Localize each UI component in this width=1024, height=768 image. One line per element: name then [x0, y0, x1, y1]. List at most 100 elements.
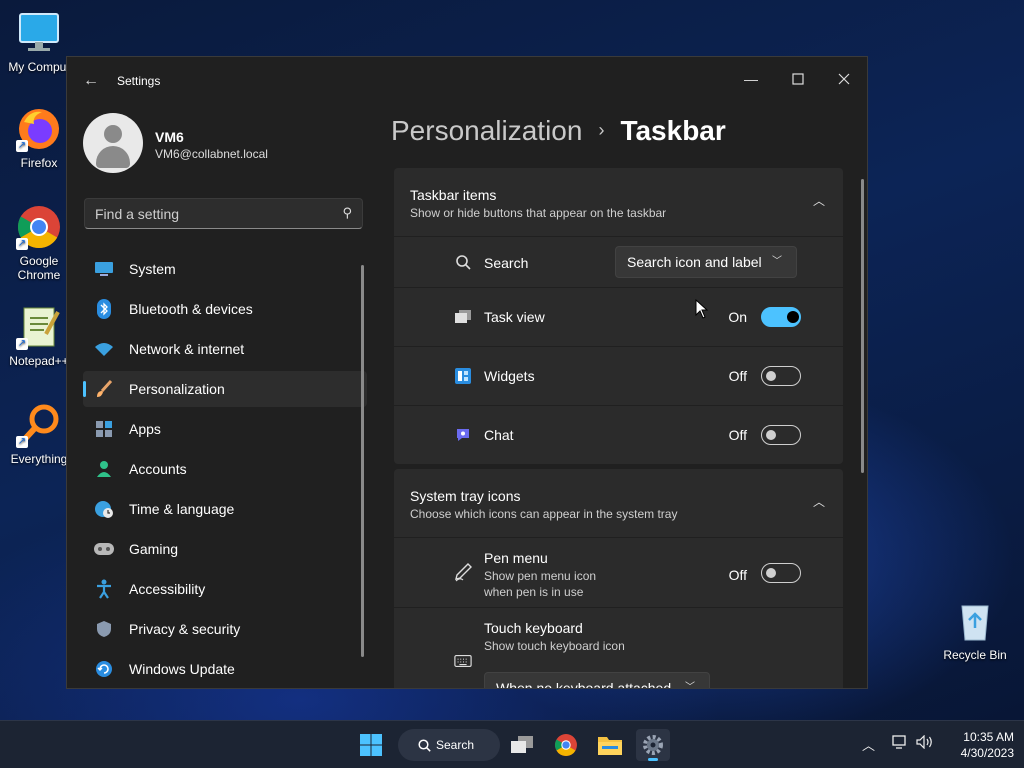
content-scrollbar[interactable] [861, 179, 864, 473]
find-setting-box: ⚲ [84, 198, 363, 229]
brush-icon [93, 378, 115, 400]
page-title: Taskbar [620, 115, 726, 146]
taskbar-file-explorer-button[interactable] [593, 729, 627, 761]
sidebar-item-network[interactable]: Network & internet [83, 331, 367, 367]
taskbar-chrome-button[interactable] [549, 729, 583, 761]
sidebar-item-time-language[interactable]: Time & language [83, 491, 367, 527]
user-name: VM6 [155, 129, 184, 145]
desktop-icon-recycle-bin[interactable]: Recycle Bin [936, 598, 1014, 662]
firefox-icon: ↗ [16, 106, 62, 152]
search-icon [454, 253, 472, 271]
sidebar-item-privacy[interactable]: Privacy & security [83, 611, 367, 647]
find-setting-input[interactable] [85, 199, 325, 228]
chat-row: Chat Off [394, 406, 843, 464]
shield-icon [93, 618, 115, 640]
desktop-icon-label: Notepad++ [9, 354, 69, 368]
start-button[interactable] [354, 729, 388, 761]
clock-globe-icon [93, 498, 115, 520]
sidebar-item-windows-update[interactable]: Windows Update [83, 651, 367, 687]
sidebar-nav: System Bluetooth & devices Network & int… [83, 251, 367, 688]
active-indicator [648, 758, 658, 761]
task-view-icon [454, 308, 472, 326]
sidebar-scrollbar[interactable] [361, 265, 364, 657]
widgets-row: Widgets Off [394, 347, 843, 405]
sidebar-item-personalization[interactable]: Personalization [83, 371, 367, 407]
maximize-button[interactable] [775, 63, 821, 95]
network-icon[interactable] [892, 735, 908, 752]
search-mode-dropdown[interactable]: Search icon and label ﹀ [615, 246, 797, 278]
keyboard-icon [454, 652, 472, 670]
chevron-down-icon: ﹀ [772, 256, 782, 267]
widgets-toggle[interactable] [761, 366, 801, 386]
title-bar: ← Settings — [67, 57, 867, 105]
notepadpp-icon: ↗ [16, 304, 62, 350]
volume-icon[interactable] [916, 734, 934, 752]
breadcrumb: Personalization › Taskbar [391, 115, 726, 147]
user-email: VM6@collabnet.local [155, 147, 268, 161]
touch-keyboard-row: Touch keyboard Show touch keyboard icon … [394, 608, 843, 688]
search-icon[interactable]: ⚲ [342, 205, 352, 221]
refresh-icon [93, 658, 115, 680]
settings-content: Taskbar items Show or hide buttons that … [394, 168, 843, 688]
folder-icon [598, 737, 622, 755]
system-tray-header[interactable]: System tray icons Choose which icons can… [394, 469, 843, 537]
sidebar-item-accessibility[interactable]: Accessibility [83, 571, 367, 607]
gear-icon [643, 735, 663, 755]
windows-logo-icon [360, 734, 382, 756]
wifi-icon [93, 338, 115, 360]
desktop-icon-label: Firefox [20, 156, 58, 170]
recycle-bin-icon [952, 598, 998, 644]
taskbar-search-button[interactable]: Search [398, 729, 500, 761]
taskbar-clock[interactable]: 10:35 AM 4/30/2023 [944, 729, 1014, 761]
chevron-right-icon: › [598, 120, 605, 140]
maximize-icon [792, 73, 804, 85]
pen-icon [454, 563, 472, 582]
chrome-icon [555, 734, 577, 756]
desktop-icon-label: Recycle Bin [943, 648, 1007, 662]
sidebar-item-system[interactable]: System [83, 251, 367, 287]
search-row: Search Search icon and label ﹀ [394, 237, 843, 287]
close-button[interactable] [821, 63, 867, 95]
taskbar: Search ︿ 10:35 AM 4/30/2023 [0, 720, 1024, 768]
taskbar-settings-button[interactable] [636, 729, 670, 761]
avatar [83, 113, 143, 173]
close-icon [838, 73, 850, 85]
back-button[interactable]: ← [81, 71, 101, 91]
apps-icon [93, 418, 115, 440]
task-view-icon [511, 736, 533, 753]
accessibility-icon [93, 578, 115, 600]
chevron-up-icon: ︿ [812, 194, 825, 208]
shortcut-arrow-icon: ↗ [16, 436, 28, 448]
pen-menu-toggle[interactable] [761, 563, 801, 583]
taskbar-items-header[interactable]: Taskbar items Show or hide buttons that … [394, 168, 843, 236]
sidebar-item-gaming[interactable]: Gaming [83, 531, 367, 567]
search-icon [418, 729, 431, 764]
monitor-icon [93, 258, 115, 280]
touch-keyboard-dropdown[interactable]: When no keyboard attached ﹀ [484, 672, 710, 688]
clock-date: 4/30/2023 [960, 746, 1014, 760]
task-view-button[interactable] [505, 729, 539, 761]
desktop-icon-label: Everything [10, 452, 68, 466]
sidebar-item-accounts[interactable]: Accounts [83, 451, 367, 487]
bluetooth-icon [93, 298, 115, 320]
shortcut-arrow-icon: ↗ [16, 238, 28, 250]
gamepad-icon [93, 538, 115, 560]
chevron-up-icon: ︿ [812, 495, 825, 509]
monitor-icon [16, 10, 62, 56]
task-view-toggle[interactable] [761, 307, 801, 327]
breadcrumb-parent[interactable]: Personalization [391, 115, 582, 146]
sidebar-item-bluetooth[interactable]: Bluetooth & devices [83, 291, 367, 327]
magnifier-icon: ↗ [16, 402, 62, 448]
chat-toggle[interactable] [761, 425, 801, 445]
shortcut-arrow-icon: ↗ [16, 338, 28, 350]
pen-menu-row: Pen menu Show pen menu icon when pen is … [394, 538, 843, 607]
sidebar-item-apps[interactable]: Apps [83, 411, 367, 447]
chevron-up-icon[interactable]: ︿ [862, 735, 875, 754]
minimize-button[interactable]: — [728, 63, 774, 95]
widgets-icon [454, 367, 472, 385]
shortcut-arrow-icon: ↗ [16, 140, 28, 152]
chrome-icon: ↗ [16, 204, 62, 250]
desktop-icon-label: My Comput [8, 60, 70, 74]
chat-icon [454, 426, 472, 444]
clock-time: 10:35 AM [963, 730, 1014, 744]
